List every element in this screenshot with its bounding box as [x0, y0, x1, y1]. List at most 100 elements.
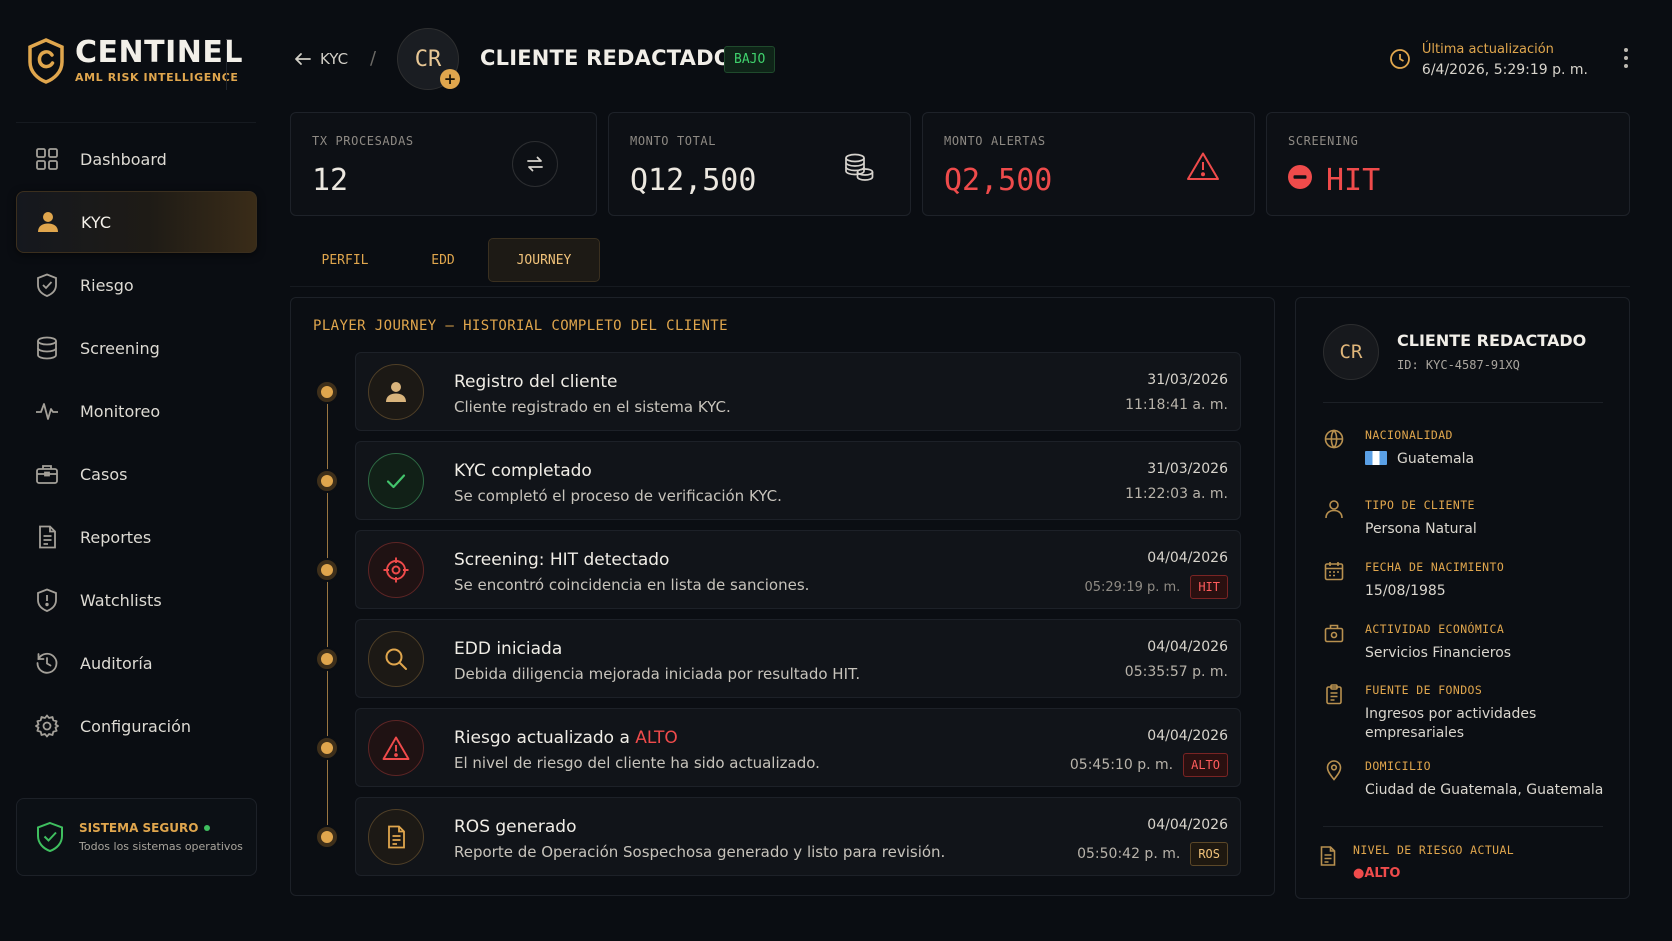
- timeline-dot: [317, 471, 337, 491]
- sidebar-item-label: Auditoría: [80, 653, 153, 673]
- stat-value: HIT: [1326, 163, 1381, 198]
- clipboard-icon: [1323, 683, 1345, 705]
- risk-badge: BAJO: [724, 46, 776, 73]
- sidebar-item-reportes[interactable]: Reportes: [16, 506, 257, 568]
- event-description: Se completó el proceso de verificación K…: [454, 487, 782, 505]
- event-title: Riesgo actualizado a ALTO: [454, 728, 678, 748]
- stat-value: 12: [312, 163, 349, 198]
- event-time: 11:18:41 a. m.: [1125, 397, 1228, 413]
- field-value: Servicios Financieros: [1365, 645, 1512, 661]
- block-icon: [1288, 165, 1312, 189]
- sidebar-item-label: Monitoreo: [80, 401, 161, 421]
- logo-divider: [226, 40, 227, 90]
- field-value: Ciudad de Guatemala, Guatemala: [1365, 782, 1604, 798]
- profile-divider: [1323, 826, 1603, 827]
- system-status-title: SISTEMA SEGURO: [79, 821, 199, 835]
- field-risk-level: NIVEL DE RIESGO ACTUAL ●ALTO: [1317, 843, 1607, 887]
- journey-event[interactable]: Screening: HIT detectado Se encontró coi…: [355, 530, 1241, 609]
- stat-label: TX PROCESADAS: [312, 134, 414, 148]
- user-icon: [35, 209, 61, 235]
- event-description: Se encontró coincidencia en lista de san…: [454, 576, 810, 594]
- brand-logo[interactable]: CENTINEL AML RISK INTELLIGENCE: [27, 38, 243, 84]
- page-header: KYC / CR + CLIENTE REDACTADO BAJO Última…: [290, 28, 1632, 90]
- sidebar-item-riesgo[interactable]: Riesgo: [16, 254, 257, 316]
- journey-event[interactable]: EDD iniciada Debida diligencia mejorada …: [355, 619, 1241, 698]
- shield-check-icon: [35, 821, 65, 853]
- journey-panel: PLAYER JOURNEY — HISTORIAL COMPLETO DEL …: [290, 297, 1275, 896]
- coins-icon: [843, 152, 875, 182]
- warning-icon: [1186, 151, 1220, 181]
- sidebar-item-configuracion[interactable]: Configuración: [16, 695, 257, 757]
- event-description: Cliente registrado en el sistema KYC.: [454, 398, 731, 416]
- gear-icon: [34, 713, 60, 739]
- document-icon: [1317, 845, 1339, 867]
- sidebar-item-label: KYC: [81, 212, 111, 232]
- shield-alert-icon: [34, 587, 60, 613]
- sidebar-nav: Dashboard KYC Riesgo Screening Monitoreo: [16, 128, 257, 758]
- shield-check-icon: [34, 272, 60, 298]
- sidebar-item-kyc[interactable]: KYC: [16, 191, 257, 253]
- warning-icon: [368, 720, 424, 776]
- event-date: 04/04/2026: [1147, 728, 1228, 744]
- profile-id: ID: KYC-4587-91XQ: [1397, 358, 1520, 372]
- sidebar-item-monitoreo[interactable]: Monitoreo: [16, 380, 257, 442]
- journey-event[interactable]: KYC completado Se completó el proceso de…: [355, 441, 1241, 520]
- event-time: 05:45:10 p. m.: [1069, 757, 1174, 773]
- avatar: CR: [1323, 324, 1379, 380]
- event-title: Screening: HIT detectado: [454, 550, 670, 570]
- system-status-card: SISTEMA SEGURO Todos los sistemas operat…: [16, 798, 257, 876]
- more-options-icon[interactable]: [1620, 48, 1632, 72]
- event-time: 11:22:03 a. m.: [1125, 486, 1228, 502]
- sidebar-item-label: Riesgo: [80, 275, 134, 295]
- sidebar-item-casos[interactable]: Casos: [16, 443, 257, 505]
- event-time: 05:50:42 p. m.: [1077, 846, 1181, 862]
- event-title-text: Riesgo actualizado a: [454, 728, 636, 748]
- tab-perfil[interactable]: PERFIL: [292, 238, 398, 282]
- sidebar-item-dashboard[interactable]: Dashboard: [16, 128, 257, 190]
- event-date: 04/04/2026: [1147, 639, 1228, 655]
- event-time-row: 05:45:10 p. m. ALTO: [1070, 753, 1228, 777]
- arrow-left-icon: [294, 52, 320, 66]
- last-update: Última actualización 6/4/2026, 5:29:19 p…: [1389, 42, 1588, 78]
- brand-name: CENTINEL: [75, 35, 243, 70]
- briefcase-icon: [1323, 622, 1345, 644]
- event-tag: HIT: [1190, 575, 1228, 599]
- event-description: Debida diligencia mejorada iniciada por …: [454, 665, 861, 683]
- journey-event[interactable]: Riesgo actualizado a ALTO El nivel de ri…: [355, 708, 1241, 787]
- journey-event[interactable]: ROS generado Reporte de Operación Sospec…: [355, 797, 1241, 876]
- field-value: Persona Natural: [1365, 521, 1477, 537]
- document-icon: [34, 524, 60, 550]
- event-date: 04/04/2026: [1147, 550, 1228, 566]
- tab-edd[interactable]: EDD: [398, 238, 488, 282]
- add-photo-icon[interactable]: +: [440, 69, 460, 89]
- document-icon: [368, 809, 424, 865]
- sidebar-item-screening[interactable]: Screening: [16, 317, 257, 379]
- search-icon: [368, 631, 424, 687]
- stat-card-alerts: MONTO ALERTAS Q2,500: [922, 112, 1255, 216]
- field-label: FUENTE DE FONDOS: [1365, 683, 1483, 697]
- user-icon: [368, 364, 424, 420]
- tab-journey[interactable]: JOURNEY: [488, 238, 600, 282]
- field-fecha-nacimiento: FECHA DE NACIMIENTO 15/08/1985: [1323, 560, 1613, 604]
- field-value: 15/08/1985: [1365, 583, 1446, 599]
- stat-value: Q2,500: [944, 163, 1053, 198]
- event-title: ROS generado: [454, 817, 577, 837]
- field-fuente-fondos: FUENTE DE FONDOS Ingresos por actividade…: [1323, 683, 1613, 747]
- stat-label: SCREENING: [1288, 134, 1359, 148]
- event-time: 05:35:57 p. m.: [1124, 664, 1228, 680]
- back-label: KYC: [320, 50, 349, 68]
- field-label: ACTIVIDAD ECONÓMICA: [1365, 622, 1505, 636]
- status-dot: [204, 825, 211, 831]
- sidebar-item-label: Reportes: [80, 527, 152, 547]
- sidebar-item-watchlists[interactable]: Watchlists: [16, 569, 257, 631]
- stat-card-total: MONTO TOTAL Q12,500: [608, 112, 911, 216]
- sidebar-item-auditoria[interactable]: Auditoría: [16, 632, 257, 694]
- back-link[interactable]: KYC: [294, 50, 348, 68]
- calendar-icon: [1323, 560, 1345, 582]
- check-icon: [368, 453, 424, 509]
- journey-event[interactable]: Registro del cliente Cliente registrado …: [355, 352, 1241, 431]
- event-date: 31/03/2026: [1147, 461, 1228, 477]
- field-value: Ingresos por actividades empresariales: [1365, 706, 1537, 741]
- page-title: CLIENTE REDACTADO: [480, 46, 732, 70]
- last-update-value: 6/4/2026, 5:29:19 p. m.: [1421, 62, 1588, 78]
